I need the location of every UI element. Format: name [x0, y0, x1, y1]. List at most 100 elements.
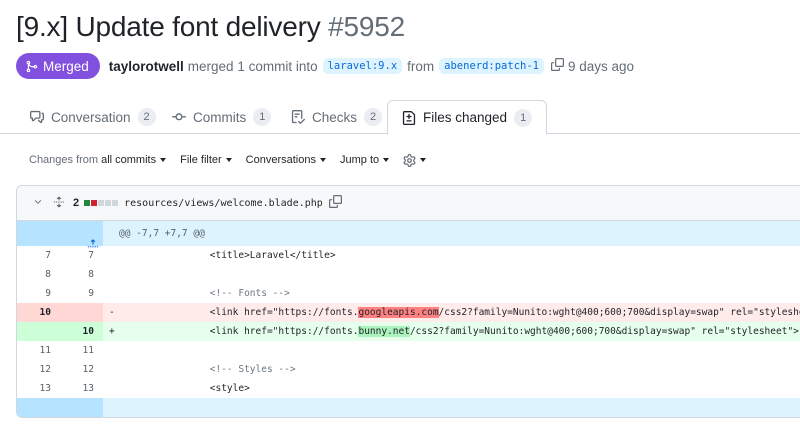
- file-header: 2 resources/views/welcome.blade.php: [17, 186, 800, 221]
- pr-title-text: [9.x] Update font delivery: [16, 11, 321, 42]
- new-line-number[interactable]: 7: [60, 246, 94, 265]
- tab-files-changed[interactable]: Files changed 1: [387, 100, 548, 135]
- expand-footer-row: [17, 398, 800, 417]
- chevron-down-icon: [320, 158, 326, 162]
- base-branch-link[interactable]: laravel:9.x: [322, 58, 403, 74]
- chevron-down-icon: [420, 158, 427, 162]
- diffstat-block: [98, 200, 105, 206]
- deletion-sign: -: [109, 307, 115, 318]
- merge-icon: [26, 60, 38, 72]
- diff-line: 7 7 <title>Laravel</title>: [17, 246, 800, 265]
- hunk-header: @@ -7,7 +7,7 @@: [119, 228, 205, 239]
- diff-settings-dropdown[interactable]: [403, 153, 427, 167]
- old-line-number[interactable]: 7: [17, 246, 51, 265]
- copy-icon[interactable]: [550, 58, 564, 74]
- file-filter-dropdown[interactable]: File filter: [180, 154, 232, 166]
- jump-to-label: Jump to: [340, 154, 380, 166]
- line-code: <link href="https://fonts.bunny.net/css2…: [164, 322, 799, 341]
- commit-icon: [172, 113, 186, 121]
- gear-icon: [403, 153, 416, 167]
- checklist-icon: [291, 110, 305, 124]
- line-code: <!-- Fonts -->: [164, 288, 290, 299]
- file-filter-label: File filter: [180, 154, 222, 166]
- added-line: 10 + <link href="https://fonts.bunny.net…: [17, 322, 800, 341]
- new-line-number[interactable]: 9: [60, 284, 94, 303]
- diff-line: 8 8: [17, 265, 800, 284]
- tab-checks-label: Checks: [312, 109, 358, 125]
- code-after-change: /css2?family=Nunito:wght@400;600;700&dis…: [409, 326, 799, 337]
- tab-checks-count: 2: [364, 108, 383, 126]
- old-line-number[interactable]: 11: [17, 341, 51, 360]
- removed-text-highlight: googleapis.com: [358, 307, 439, 318]
- new-line-number[interactable]: 12: [60, 360, 94, 379]
- new-line-number[interactable]: [60, 303, 94, 322]
- tab-commits[interactable]: Commits 1: [172, 100, 272, 134]
- diffstat-bar: [84, 200, 119, 206]
- comment-icon: [30, 110, 44, 124]
- tab-conversation-label: Conversation: [51, 109, 131, 125]
- old-line-number[interactable]: 13: [17, 379, 51, 398]
- new-line-number[interactable]: 11: [60, 341, 94, 360]
- diffstat-block: [84, 200, 91, 206]
- deleted-line: 10 - <link href="https://fonts.googleapi…: [17, 303, 800, 322]
- time-ago: 9 days ago: [567, 58, 635, 74]
- diff-line: 12 12 <!-- Styles -->: [17, 360, 800, 379]
- diff-line: 9 9 <!-- Fonts -->: [17, 284, 800, 303]
- diff-line: 13 13 <style>: [17, 379, 800, 398]
- diffstat-block: [105, 200, 112, 206]
- diff-toolbar: Changes from all commits File filter Con…: [29, 151, 440, 169]
- expand-all-icon[interactable]: [53, 195, 65, 211]
- chevron-down-icon: [160, 158, 167, 162]
- added-text-highlight: bunny.net: [358, 326, 410, 337]
- line-code: <title>Laravel</title>: [164, 250, 336, 261]
- tab-files-changed-count: 1: [514, 108, 533, 127]
- line-code: <style>: [164, 383, 250, 394]
- tab-files-changed-label: Files changed: [423, 110, 508, 125]
- conversations-dropdown[interactable]: Conversations: [246, 154, 326, 166]
- code-after-change: /css2?family=Nunito:wght@400;600;700&dis…: [438, 307, 800, 318]
- file-changes-count: 2: [73, 197, 80, 209]
- old-line-number[interactable]: [17, 322, 51, 341]
- changes-from-dropdown[interactable]: Changes from all commits: [29, 154, 167, 166]
- diffstat-block: [91, 200, 98, 206]
- head-branch-link[interactable]: abenerd:patch-1: [439, 58, 544, 74]
- line-code: <link href="https://fonts.googleapis.com…: [164, 303, 800, 322]
- conversations-label: Conversations: [245, 154, 316, 166]
- collapse-chevron-icon[interactable]: [33, 197, 43, 210]
- file-path-link[interactable]: resources/views/welcome.blade.php: [124, 198, 323, 209]
- changes-from-prefix: Changes from: [29, 154, 99, 166]
- file-diff-icon: [402, 110, 416, 125]
- new-line-number[interactable]: 10: [60, 322, 94, 341]
- tab-conversation[interactable]: Conversation 2: [30, 100, 156, 134]
- tab-conversation-count: 2: [137, 108, 156, 126]
- from-text: from: [407, 58, 435, 74]
- chevron-down-icon: [383, 158, 390, 162]
- merged-status-badge: Merged: [16, 53, 100, 79]
- tab-checks[interactable]: Checks 2: [291, 100, 383, 134]
- addition-sign: +: [109, 326, 115, 337]
- file-diff: 2 resources/views/welcome.blade.php @@ -…: [16, 185, 800, 418]
- merged-status-label: Merged: [43, 58, 89, 74]
- old-line-number[interactable]: 12: [17, 360, 51, 379]
- old-line-number[interactable]: 9: [17, 284, 51, 303]
- line-code: <!-- Styles -->: [164, 364, 296, 375]
- author-link[interactable]: taylorotwell: [109, 59, 184, 74]
- tab-commits-count: 1: [253, 108, 272, 126]
- copy-path-icon[interactable]: [328, 195, 342, 211]
- jump-to-dropdown[interactable]: Jump to: [340, 154, 390, 166]
- chevron-down-icon: [225, 158, 232, 162]
- diff-line: 11 11: [17, 341, 800, 360]
- code-before-change: <link href="https://fonts.: [164, 307, 359, 318]
- new-line-number[interactable]: 13: [60, 379, 94, 398]
- hunk-header-row: @@ -7,7 +7,7 @@: [17, 221, 800, 248]
- old-line-number[interactable]: 10: [17, 303, 51, 322]
- code-before-change: <link href="https://fonts.: [164, 326, 359, 337]
- old-line-number[interactable]: 8: [17, 265, 51, 284]
- pr-number: #5952: [328, 11, 405, 42]
- new-line-number[interactable]: 8: [60, 265, 94, 284]
- pr-meta: Merged taylorotwell merged 1 commit into…: [16, 53, 634, 79]
- merged-text: merged 1 commit into: [187, 58, 318, 74]
- expand-down-icon[interactable]: [53, 404, 99, 417]
- diffstat-block: [112, 200, 119, 206]
- pr-title: [9.x] Update font delivery #5952: [16, 11, 405, 43]
